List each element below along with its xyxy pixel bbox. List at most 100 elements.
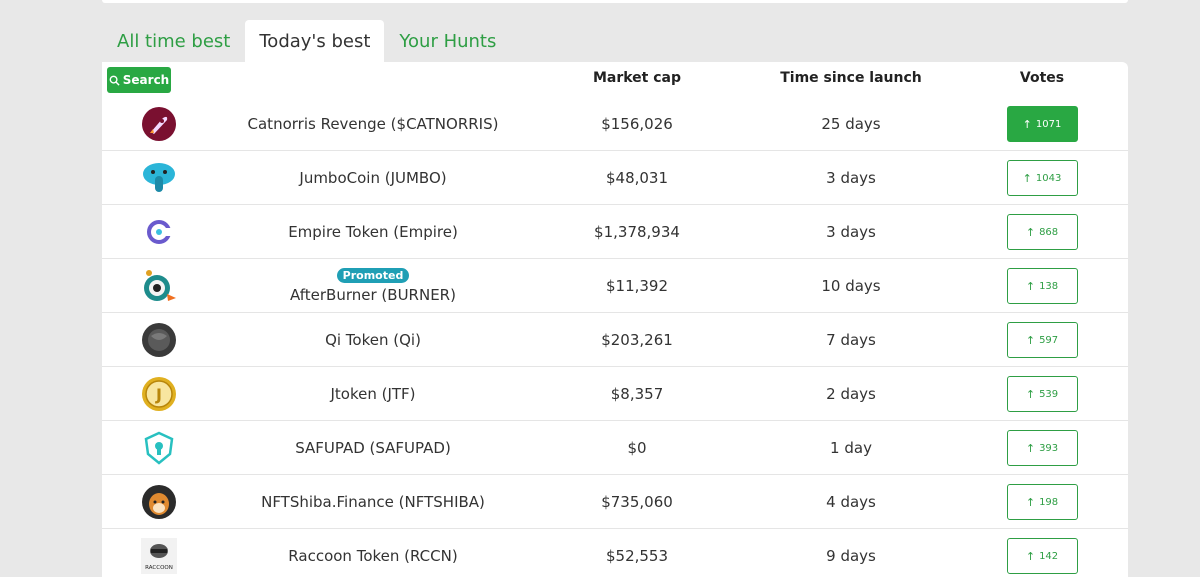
time-since-launch-value: 25 days <box>821 115 881 133</box>
vote-count: 393 <box>1039 442 1059 454</box>
votes-cell: ↑ 1043 <box>982 151 1102 205</box>
upvote-button[interactable]: ↑ 539 <box>1006 376 1078 412</box>
vote-count: 1043 <box>1035 172 1062 184</box>
project-name-cell: Promoted AfterBurner (BURNER) <box>223 259 523 313</box>
header-market-cap: Market cap <box>592 70 682 86</box>
upvote-button[interactable]: ↑ 597 <box>1006 322 1078 358</box>
project-name[interactable]: AfterBurner (BURNER) <box>290 286 456 304</box>
j-coin-icon: J <box>141 376 177 412</box>
upvote-button[interactable]: ↑ 1071 <box>1006 106 1078 142</box>
table-row[interactable]: Promoted AfterBurner (BURNER) $11,392 10 da… <box>102 259 1128 313</box>
table-row[interactable]: NFTShiba.Finance (NFTSHIBA) $735,060 4 day… <box>102 475 1128 529</box>
time-since-launch-value: 1 day <box>830 439 872 457</box>
upvote-button[interactable]: ↑ 138 <box>1006 268 1078 304</box>
rocket-icon <box>141 106 177 142</box>
upvote-button[interactable]: ↑ 1043 <box>1006 160 1078 196</box>
elephant-icon <box>141 160 177 196</box>
tab-all-time-best[interactable]: All time best <box>102 20 245 62</box>
project-name-cell: SAFUPAD (SAFUPAD) <box>223 421 523 475</box>
shiba-icon <box>141 484 177 520</box>
votes-cell: ↑ 1071 <box>982 97 1102 151</box>
market-cap-value: $0 <box>627 439 647 457</box>
table-row[interactable]: SAFUPAD (SAFUPAD) $0 1 day ↑ 393 <box>102 421 1128 475</box>
project-name-cell: NFTShiba.Finance (NFTSHIBA) <box>223 475 523 529</box>
votes-cell: ↑ 597 <box>982 313 1102 367</box>
vote-count: 198 <box>1039 496 1059 508</box>
upvote-button[interactable]: ↑ 198 <box>1006 484 1078 520</box>
time-since-launch-value: 3 days <box>826 223 876 241</box>
time-since-launch-value: 9 days <box>826 547 876 565</box>
market-cap-value: $203,261 <box>601 331 673 349</box>
table-row[interactable]: RACCOON Raccoon Token (RCCN) $52,553 9 days… <box>102 529 1128 577</box>
logo-cell: J <box>124 367 194 421</box>
project-name-cell: JumboCoin (JUMBO) <box>223 151 523 205</box>
table-row[interactable]: JumboCoin (JUMBO) $48,031 3 days ↑ 1043 <box>102 151 1128 205</box>
logo-cell: RACCOON <box>124 529 194 577</box>
search-button[interactable]: Search <box>107 67 171 93</box>
svg-text:RACCOON: RACCOON <box>145 565 173 571</box>
header-time-since-launch: Time since launch <box>780 70 922 86</box>
logo-cell <box>124 259 194 313</box>
votes-cell: ↑ 539 <box>982 367 1102 421</box>
project-name-cell: Jtoken (JTF) <box>223 367 523 421</box>
table-row[interactable]: Qi Token (Qi) $203,261 7 days ↑ 597 <box>102 313 1128 367</box>
project-name[interactable]: SAFUPAD (SAFUPAD) <box>295 439 451 457</box>
market-cap-value: $52,553 <box>605 547 669 565</box>
shield-icon <box>141 430 177 466</box>
upvote-button[interactable]: ↑ 868 <box>1006 214 1078 250</box>
projects-table: Search Market cap Time since launch Vote… <box>102 62 1128 577</box>
arrow-up-icon: ↑ <box>1022 171 1032 185</box>
logo-cell <box>124 97 194 151</box>
table-row[interactable]: Empire Token (Empire) $1,378,934 3 days ↑ 86… <box>102 205 1128 259</box>
table-row[interactable]: Catnorris Revenge ($CATNORRIS) $156,026 25… <box>102 97 1128 151</box>
vote-count: 138 <box>1039 280 1059 292</box>
time-since-launch-value: 2 days <box>826 385 876 403</box>
time-since-launch-value: 7 days <box>826 331 876 349</box>
top-strip <box>102 0 1128 3</box>
header-votes: Votes <box>1019 70 1065 86</box>
project-name[interactable]: Empire Token (Empire) <box>288 223 458 241</box>
project-name[interactable]: Qi Token (Qi) <box>325 331 421 349</box>
project-name[interactable]: Jtoken (JTF) <box>330 385 415 403</box>
market-cap-value: $8,357 <box>610 385 664 403</box>
arrow-up-icon: ↑ <box>1025 441 1036 455</box>
votes-cell: ↑ 393 <box>982 421 1102 475</box>
tab-todays-best[interactable]: Today's best <box>245 20 385 62</box>
project-name[interactable]: Catnorris Revenge ($CATNORRIS) <box>248 115 499 133</box>
market-cap-value: $48,031 <box>605 169 669 187</box>
project-name-cell: Catnorris Revenge ($CATNORRIS) <box>223 97 523 151</box>
logo-cell <box>124 421 194 475</box>
empire-icon <box>141 214 177 250</box>
project-name[interactable]: Raccoon Token (RCCN) <box>288 547 457 565</box>
votes-cell: ↑ 142 <box>982 529 1102 577</box>
arrow-up-icon: ↑ <box>1025 279 1036 293</box>
time-since-launch-value: 4 days <box>826 493 876 511</box>
arrow-up-icon: ↑ <box>1025 387 1036 401</box>
arrow-up-icon: ↑ <box>1022 117 1032 131</box>
logo-cell <box>124 313 194 367</box>
upvote-button[interactable]: ↑ 142 <box>1006 538 1078 574</box>
upvote-button[interactable]: ↑ 393 <box>1006 430 1078 466</box>
project-name[interactable]: NFTShiba.Finance (NFTSHIBA) <box>261 493 485 511</box>
arrow-up-icon: ↑ <box>1025 549 1036 563</box>
raccoon-icon: RACCOON <box>141 538 177 574</box>
qi-icon <box>141 322 177 358</box>
market-cap-value: $1,378,934 <box>594 223 680 241</box>
arrow-up-icon: ↑ <box>1025 225 1036 239</box>
tab-your-hunts[interactable]: Your Hunts <box>384 20 511 62</box>
tab-bar: All time best Today's best Your Hunts <box>102 20 511 62</box>
votes-cell: ↑ 868 <box>982 205 1102 259</box>
promoted-badge: Promoted <box>336 268 410 283</box>
votes-cell: ↑ 138 <box>982 259 1102 313</box>
arrow-up-icon: ↑ <box>1025 495 1036 509</box>
vote-count: 868 <box>1039 226 1059 238</box>
vote-count: 1071 <box>1035 118 1062 130</box>
vote-count: 142 <box>1039 550 1059 562</box>
project-name[interactable]: JumboCoin (JUMBO) <box>299 169 446 187</box>
market-cap-value: $156,026 <box>601 115 673 133</box>
table-row[interactable]: J Jtoken (JTF) $8,357 2 days ↑ 539 <box>102 367 1128 421</box>
logo-cell <box>124 205 194 259</box>
project-name-cell: Qi Token (Qi) <box>223 313 523 367</box>
vote-count: 539 <box>1039 388 1059 400</box>
table-body: Catnorris Revenge ($CATNORRIS) $156,026 25… <box>102 97 1128 577</box>
